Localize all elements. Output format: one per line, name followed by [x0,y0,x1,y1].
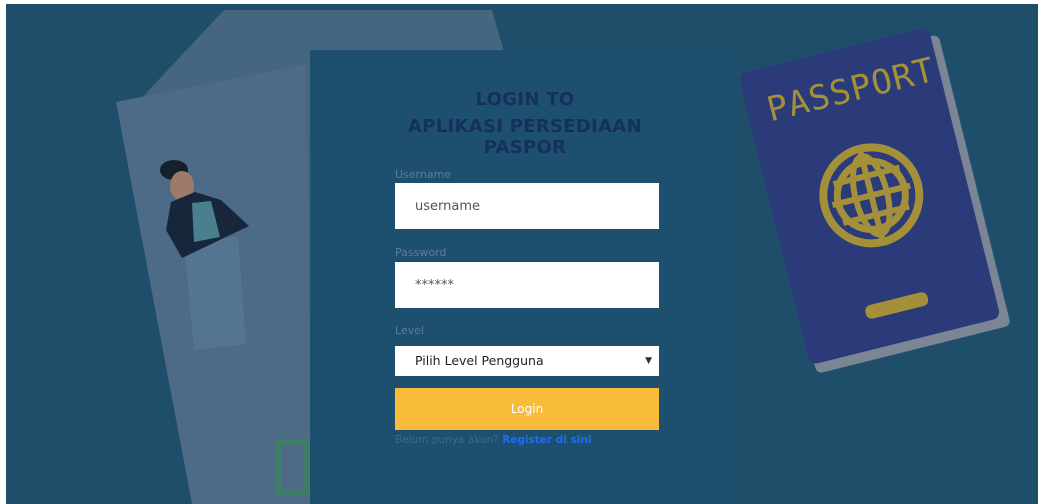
login-title: LOGIN TO APLIKASI PERSEDIAAN PASPOR [310,86,740,161]
register-prompt-text: Belum punya akun? [395,434,499,446]
username-input[interactable] [395,183,659,229]
password-input[interactable] [395,262,659,308]
level-select-value: Pilih Level Pengguna [415,353,544,368]
login-button[interactable]: Login [395,388,659,430]
register-link[interactable]: Register di sini [502,434,591,446]
page-background: PASSPORT LOGIN TO APLIKASI PERSEDIAAN PA… [6,4,1038,504]
register-prompt: Belum punya akun? Register di sini [395,434,591,446]
passport-illustration: PASSPORT [739,28,1010,373]
document-photo-panel [184,236,246,350]
level-select[interactable]: Pilih Level Pengguna ▼ [395,346,659,376]
login-card: LOGIN TO APLIKASI PERSEDIAAN PASPOR User… [310,50,740,504]
login-button-label: Login [510,402,544,416]
level-label: Level [395,324,425,337]
title-line-3: PASPOR [483,137,567,158]
password-label: Password [395,246,447,259]
username-label: Username [395,168,452,181]
title-line-1: LOGIN TO [475,89,575,110]
chevron-down-icon: ▼ [645,356,652,366]
